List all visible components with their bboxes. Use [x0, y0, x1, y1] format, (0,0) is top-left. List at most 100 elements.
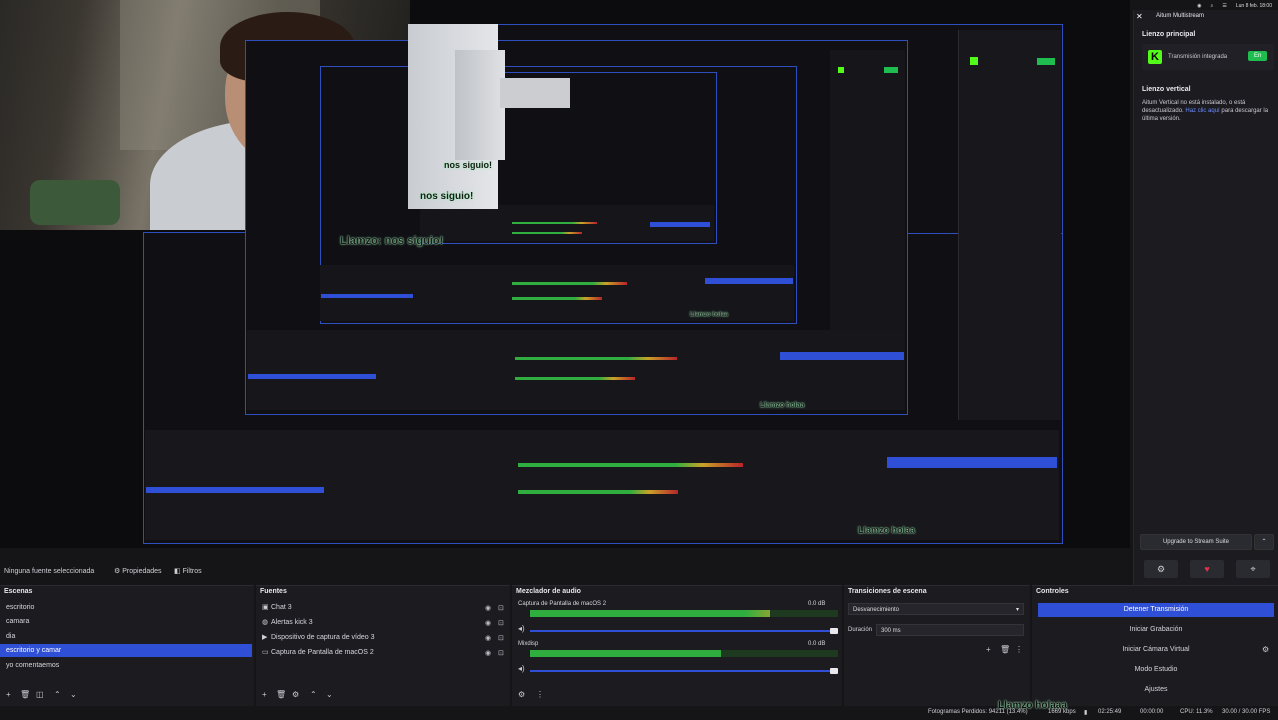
add-icon[interactable]: + [6, 690, 11, 699]
image-icon: ▣ [262, 604, 269, 611]
scenes-panel: Escenas escritorio camara dia escritorio… [0, 585, 254, 711]
scene-filter-icon[interactable]: ◫ [36, 690, 44, 699]
volume-slider[interactable] [530, 670, 834, 672]
filter-icon: ◧ [174, 568, 183, 575]
duration-input[interactable]: 300 ms [876, 624, 1024, 636]
controls-title: Controles [1036, 588, 1069, 595]
move-up-icon[interactable]: ⌃ [310, 690, 317, 699]
speaker-icon[interactable]: ◂) [518, 664, 525, 673]
move-down-icon[interactable]: ⌄ [70, 690, 77, 699]
settings-button[interactable]: Ajustes [1038, 683, 1274, 697]
transitions-title: Transiciones de escena [848, 588, 927, 595]
eye-icon[interactable]: ◉ [485, 634, 491, 642]
signal-icon: ▮ [1084, 710, 1088, 716]
source-item[interactable]: ▶ Dispositivo de captura de vídeo 3 [256, 631, 510, 644]
move-down-icon[interactable]: ⌄ [326, 690, 333, 699]
speaker-icon[interactable]: ◂) [518, 624, 525, 633]
scene-item-selected[interactable]: escritorio y camar [0, 644, 252, 657]
volume-slider-knob[interactable] [830, 668, 838, 674]
source-item[interactable]: ◍ Alertas kick 3 [256, 616, 510, 629]
dock-title: Aitum Multistream [1156, 13, 1205, 19]
download-link[interactable]: Haz clic aquí [1185, 108, 1219, 114]
preview-canvas[interactable]: nos siguio! nos siguio! Llamzo: nos sigu… [0, 0, 1130, 548]
status-bar: Fotogramas Perdidos: 94211 (13.4%) Llamz… [0, 700, 1278, 720]
monitor-icon: ▭ [262, 649, 269, 656]
vertical-warning-text: Aitum Vertical no está instalado, o está… [1142, 100, 1269, 122]
start-virtual-camera-button[interactable]: Iniciar Cámara Virtual [1038, 643, 1274, 657]
vertical-canvas-title: Lienzo vertical [1142, 86, 1191, 93]
studio-mode-button[interactable]: Modo Estudio [1038, 663, 1274, 677]
filters-button[interactable]: ◧ Filtros [174, 565, 202, 579]
live-badge[interactable]: En [1248, 51, 1268, 61]
overlay-chat-text: Llamzo holaa [858, 525, 916, 535]
lock-icon[interactable]: ⊡ [498, 604, 504, 612]
no-source-label: Ninguna fuente seleccionada [4, 568, 95, 575]
close-icon[interactable]: ✕ [1136, 12, 1143, 21]
add-icon[interactable]: + [986, 645, 991, 654]
globe-icon: ◍ [262, 619, 269, 626]
mixer-title: Mezclador de audio [516, 588, 581, 595]
duration-label: Duración [848, 627, 873, 633]
fps-readout: 30.00 / 30.00 FPS [1222, 709, 1271, 715]
search-icon[interactable]: ⌕ [1211, 3, 1214, 9]
volume-slider-knob[interactable] [830, 628, 838, 634]
trash-icon[interactable]: 🗑 [20, 690, 30, 699]
system-clock[interactable]: Lun 8 feb. 18:00 [1236, 3, 1272, 9]
stream-time: 02:25:49 [1098, 709, 1122, 715]
channel-db: 0.0 dB [808, 601, 826, 607]
camera-icon: ▶ [262, 634, 268, 641]
volume-slider[interactable] [530, 630, 834, 632]
channel-name: Captura de Pantalla de macOS 2 [518, 601, 607, 607]
main-canvas-title: Lienzo principal [1142, 31, 1196, 38]
transition-select[interactable]: Desvanecimiento ▾ [848, 603, 1024, 615]
cpu-usage: CPU: 11.3% [1180, 709, 1213, 715]
controls-panel: Controles Detener Transmisión Iniciar Gr… [1032, 585, 1278, 711]
gear-icon[interactable]: ⚙ [1262, 645, 1269, 654]
chevron-icon[interactable]: ⌃ [1254, 534, 1274, 550]
scene-item[interactable]: escritorio [0, 601, 254, 614]
wifi-icon[interactable]: ◉ [1197, 3, 1201, 9]
source-item[interactable]: ▣ Chat 3 [256, 601, 510, 614]
control-center-icon[interactable]: ☰ [1222, 3, 1226, 9]
gear-icon: ⚙ [114, 568, 123, 575]
eye-icon[interactable]: ◉ [485, 619, 491, 627]
scene-item[interactable]: yo comentaemos [0, 659, 254, 672]
trash-icon[interactable]: 🗑 [1000, 645, 1010, 654]
properties-button[interactable]: ⚙ Propiedades [114, 565, 162, 579]
gear-icon[interactable]: ⚙ [518, 690, 525, 699]
eye-icon[interactable]: ◉ [485, 649, 491, 657]
scenes-title: Escenas [4, 588, 33, 595]
bitrate: 1669 kbps [1048, 709, 1076, 715]
source-item[interactable]: ▭ Captura de Pantalla de macOS 2 [256, 646, 510, 659]
stop-streaming-button[interactable]: Detener Transmisión [1038, 603, 1274, 617]
lock-icon[interactable]: ⊡ [498, 634, 504, 642]
add-icon[interactable]: + [262, 690, 267, 699]
gear-icon[interactable]: ⚙ [292, 690, 299, 699]
rec-time: 00:00:00 [1140, 709, 1164, 715]
integrated-stream-label: Transmisión integrada [1168, 54, 1228, 60]
eye-icon[interactable]: ◉ [485, 604, 491, 612]
volume-meter [530, 650, 838, 657]
kick-logo-icon: K [1148, 50, 1162, 64]
upgrade-stream-suite-button[interactable]: Upgrade to Stream Suite [1140, 534, 1252, 550]
overlay-follow-text: nos siguio! [420, 191, 474, 202]
multistream-dock: ✕ Aitum Multistream Lienzo principal K T… [1133, 10, 1278, 585]
overlay-follow-text: Llamzo: nos siguio! [340, 235, 444, 247]
source-toolbar: Ninguna fuente seleccionada ⚙ Propiedade… [0, 565, 1278, 579]
lock-icon[interactable]: ⊡ [498, 619, 504, 627]
menu-dots-icon[interactable]: ⋮ [1015, 645, 1023, 654]
channel-db: 0.0 dB [808, 641, 826, 647]
trash-icon[interactable]: 🗑 [276, 690, 286, 699]
sources-panel: Fuentes ▣ Chat 3 ◍ Alertas kick 3 ▶ Disposi… [256, 585, 510, 711]
channel-name: Mixdisp [518, 641, 539, 647]
sources-title: Fuentes [260, 588, 287, 595]
move-up-icon[interactable]: ⌃ [54, 690, 61, 699]
chevron-down-icon: ▾ [1015, 607, 1019, 613]
transitions-panel: Transiciones de escena Desvanecimiento ▾ … [844, 585, 1030, 711]
overlay-follow-text: nos siguio! [444, 160, 492, 170]
menu-dots-icon[interactable]: ⋮ [536, 690, 544, 699]
lock-icon[interactable]: ⊡ [498, 649, 504, 657]
scene-item[interactable]: dia [0, 630, 254, 643]
start-recording-button[interactable]: Iniciar Grabación [1038, 623, 1274, 637]
scene-item[interactable]: camara [0, 615, 254, 628]
